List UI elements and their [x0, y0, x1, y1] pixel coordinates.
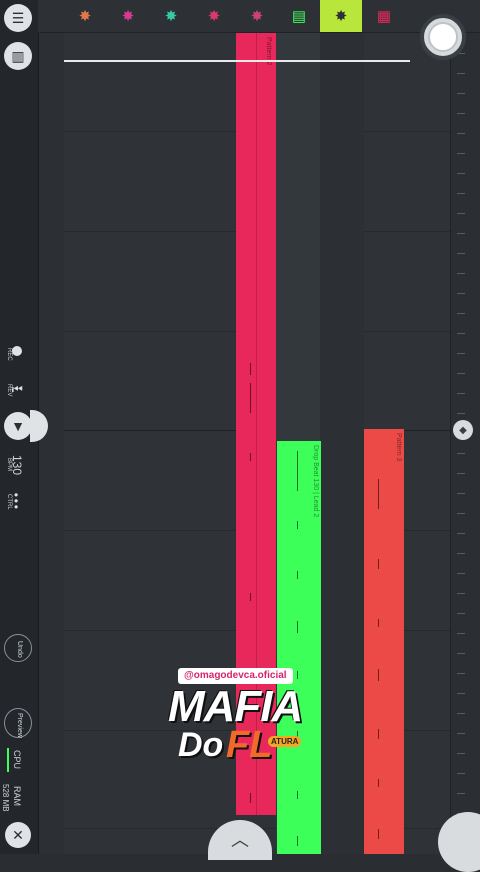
channel-rack-icon[interactable]: ▥ — [4, 42, 32, 70]
rail-tick — [457, 113, 465, 114]
rail-tick — [457, 333, 465, 334]
rail-tick — [457, 573, 465, 574]
rail-tick — [457, 613, 465, 614]
watermark-subtitle-b: FL — [226, 724, 273, 766]
rail-tick — [457, 353, 465, 354]
tool-pink-icon[interactable]: ✸ — [201, 4, 227, 28]
rail-tick — [457, 213, 465, 214]
rail-tick — [457, 473, 465, 474]
rail-tick — [457, 93, 465, 94]
watermark-subtitle-a: Do — [178, 726, 224, 764]
lane-shade — [320, 33, 364, 854]
rail-tick — [457, 393, 465, 394]
tool-magenta-icon[interactable]: ✸ — [115, 4, 141, 28]
ram-label: RAM — [12, 786, 22, 806]
record-dot-icon[interactable] — [12, 346, 22, 356]
rail-tick — [457, 653, 465, 654]
clip-coral[interactable]: Pattern 3 — [364, 429, 404, 854]
rail-tick — [457, 733, 465, 734]
bpm-label: BPM — [6, 458, 12, 472]
waveform-icon[interactable]: ✸ — [320, 0, 362, 32]
rail-tick — [457, 293, 465, 294]
rail-tick — [457, 593, 465, 594]
rail-tick — [457, 273, 465, 274]
watermark-badge: ATURA — [268, 736, 302, 747]
record-play-icon[interactable] — [420, 14, 466, 60]
close-icon[interactable]: ✕ — [5, 822, 31, 848]
playhead-line[interactable] — [64, 60, 410, 62]
ram-value: 528 MB — [1, 784, 10, 812]
bpm-value[interactable]: 130 — [10, 455, 24, 475]
rail-tick — [457, 693, 465, 694]
playlist-icon[interactable]: ▦ — [371, 4, 397, 28]
rail-tick — [457, 533, 465, 534]
clip-green[interactable]: Drop Beat 130 | Lead 2 — [277, 441, 321, 854]
rail-tick — [457, 633, 465, 634]
tool-rose-icon[interactable]: ✸ — [244, 4, 270, 28]
piano-roll-icon[interactable]: ▤ — [286, 4, 312, 28]
bpm-down-icon[interactable]: ▼ — [4, 412, 32, 440]
rail-tick — [457, 553, 465, 554]
tool-orange-icon[interactable]: ✸ — [72, 4, 98, 28]
undo-label: Undo — [16, 641, 23, 658]
rail-tick — [457, 413, 465, 414]
top-toolbar: ✸ ✸ ✸ ✸ ✸ ▤ ✸ ▦ — [38, 0, 480, 33]
rail-tick — [457, 513, 465, 514]
preview-button[interactable]: Preview — [4, 708, 32, 738]
rail-tick — [457, 373, 465, 374]
tool-teal-icon[interactable]: ✸ — [158, 4, 184, 28]
rail-tick — [457, 233, 465, 234]
rail-tick — [457, 773, 465, 774]
rail-tick — [457, 133, 465, 134]
rail-tick — [457, 73, 465, 74]
clip-coral-label: Pattern 3 — [395, 433, 402, 462]
rail-tick — [457, 673, 465, 674]
left-toolbar: ☰ ▥ REC ⏮ REV ▼ 130 BPM • • • CTRL Undo Pr… — [0, 0, 48, 854]
rewind-icon[interactable]: ⏮ — [12, 382, 23, 397]
more-options-icon[interactable]: • • • — [14, 489, 18, 513]
zoom-rail[interactable] — [450, 33, 480, 854]
rail-tick — [457, 313, 465, 314]
cpu-label: CPU — [12, 750, 22, 770]
cpu-meter — [7, 748, 9, 772]
rail-tick — [457, 253, 465, 254]
rail-tick — [457, 713, 465, 714]
rail-tick — [457, 173, 465, 174]
rail-tick — [457, 193, 465, 194]
scroll-knob[interactable]: ◆ — [453, 420, 473, 440]
rail-tick — [457, 453, 465, 454]
rail-tick — [457, 793, 465, 794]
rail-tick — [457, 153, 465, 154]
watermark: @omagodevca.oficial MAFIA Do FL ATURA — [168, 668, 318, 778]
rail-tick — [457, 753, 465, 754]
mixer-icon[interactable]: ☰ — [4, 4, 32, 32]
clip-green-label: Drop Beat 130 | Lead 2 — [312, 445, 319, 518]
rec-label: REC — [6, 348, 12, 361]
preview-label: Preview — [16, 713, 23, 738]
ctrl-label: CTRL — [6, 494, 12, 510]
undo-button[interactable]: Undo — [4, 634, 32, 662]
rail-tick — [457, 493, 465, 494]
rev-label: REV — [6, 384, 12, 397]
